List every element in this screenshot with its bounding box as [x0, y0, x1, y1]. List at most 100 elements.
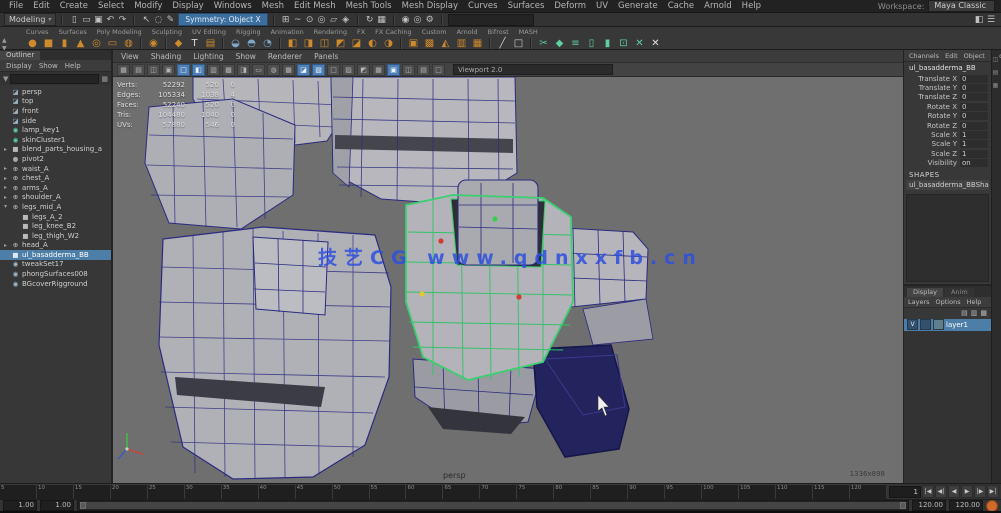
viewport-toolbar-icon[interactable]: ◨ [237, 64, 250, 76]
viewport-toolbar-icon[interactable]: ◍ [267, 64, 280, 76]
shelf-tool-icon[interactable]: ◩ [334, 37, 347, 50]
transport-button[interactable]: ▶ [961, 485, 973, 498]
layer-editor-tab[interactable]: Display [907, 288, 943, 297]
outliner-item[interactable]: ▸ ⊕ shoulder_A [0, 193, 111, 203]
outliner-item[interactable]: ◪ front [0, 106, 111, 116]
shelf-tool-icon[interactable]: □ [512, 37, 525, 50]
selected-object-name[interactable]: ul_basadderma_BB [904, 62, 991, 74]
snap-icon[interactable]: ◈ [340, 14, 352, 26]
viewport-toolbar-icon[interactable]: □ [327, 64, 340, 76]
shelf-tab[interactable]: Poly Modeling [97, 28, 142, 36]
status-file-icon[interactable]: ↶ [104, 14, 116, 26]
snap-icon[interactable]: ◎ [316, 14, 328, 26]
menu-item[interactable]: Edit Mesh [289, 1, 341, 11]
outliner-item[interactable]: ◪ side [0, 116, 111, 126]
shelf-tool-icon[interactable]: ◫ [318, 37, 331, 50]
channel-box-menu-item[interactable]: Edit [945, 52, 958, 60]
shelf-tool-icon[interactable]: ╱ [496, 37, 509, 50]
shelf-tool-icon[interactable]: ◎ [90, 37, 103, 50]
shelf-tab[interactable]: Custom [422, 28, 447, 36]
shelf-tab[interactable]: MASH [519, 28, 538, 36]
range-slider-fill[interactable] [80, 502, 906, 509]
shelf-tool-icon[interactable] [400, 38, 402, 49]
status-select-icon[interactable]: ◌ [152, 14, 164, 26]
menu-item[interactable]: Windows [209, 1, 257, 11]
expander-icon[interactable]: ▸ [4, 146, 11, 153]
menu-item[interactable]: Mesh Tools [341, 1, 397, 11]
shelf-tool-icon[interactable]: ◧ [286, 37, 299, 50]
viewport-menu-item[interactable]: Lighting [193, 52, 223, 61]
snap-icon[interactable]: ▱ [328, 14, 340, 26]
shelf-tool-icon[interactable]: ▣ [407, 37, 420, 50]
outliner-item[interactable]: ■ ul_basadderma_BB [0, 250, 111, 260]
new-layer-icon[interactable]: ▥ [971, 309, 978, 317]
menu-item[interactable]: Mesh Display [397, 1, 463, 11]
transport-button[interactable]: ◀ [948, 485, 960, 498]
shelf-tool-icon[interactable]: ● [26, 37, 39, 50]
outliner-item[interactable]: ◉ phongSurfaces008 [0, 269, 111, 279]
shelf-tool-icon[interactable]: T [188, 37, 201, 50]
frame-tick[interactable]: 75 [517, 484, 554, 499]
shelf-tab[interactable]: FX [357, 28, 365, 36]
viewport-menu-item[interactable]: Show [236, 52, 256, 61]
menu-item[interactable]: Create [55, 1, 93, 11]
shape-node-name[interactable]: ul_basadderma_BBShape [906, 180, 989, 190]
frame-tick[interactable]: 100 [702, 484, 739, 499]
menu-item[interactable]: UV [591, 1, 613, 11]
channel-box-menu-item[interactable]: Channels [909, 52, 939, 60]
shelf-tab[interactable]: Arnold [457, 28, 478, 36]
status-file-icon[interactable]: ↷ [116, 14, 128, 26]
outliner-item[interactable]: ▸ ⊕ waist_A [0, 164, 111, 174]
shelf-tab[interactable]: Rigging [236, 28, 261, 36]
new-layer-icon[interactable]: ▦ [980, 309, 987, 317]
render-icon[interactable]: ◉ [400, 14, 412, 26]
frame-tick[interactable]: 65 [443, 484, 480, 499]
frame-tick[interactable]: 105 [739, 484, 776, 499]
viewport-toolbar-icon[interactable]: ▧ [312, 64, 325, 76]
outliner-menu-item[interactable]: Show [39, 62, 58, 70]
menu-item[interactable]: Curves [463, 1, 503, 11]
channel-value-field[interactable]: 0 [960, 122, 988, 130]
viewport-toolbar-icon[interactable]: ▩ [222, 64, 235, 76]
channel-value-field[interactable]: 0 [960, 93, 988, 101]
ui-toggle-icon[interactable]: ☰ [985, 14, 997, 26]
viewport-toolbar-icon[interactable]: ▥ [207, 64, 220, 76]
layer-editor-tab[interactable]: Anim [945, 288, 974, 297]
outliner-item[interactable]: ▸ ⊕ arms_A [0, 183, 111, 193]
outliner-search-input[interactable] [10, 74, 99, 84]
viewport-toolbar-icon[interactable]: ▦ [372, 64, 385, 76]
viewport-menu-item[interactable]: Panels [314, 52, 338, 61]
shelf-tool-icon[interactable] [489, 38, 491, 49]
frame-tick[interactable]: 30 [185, 484, 222, 499]
shelf-tool-icon[interactable]: ◔ [261, 37, 274, 50]
transport-button[interactable]: ◀| [935, 485, 947, 498]
shelf-tool-icon[interactable]: ◭ [439, 37, 452, 50]
layer-menu-item[interactable]: Layers [908, 298, 930, 306]
shelf-tool-icon[interactable]: ✕ [633, 37, 646, 50]
layer-color-swatch[interactable] [933, 319, 944, 330]
shelf-tab[interactable]: UV Editing [192, 28, 226, 36]
frame-tick[interactable]: 95 [665, 484, 702, 499]
viewport-menu-item[interactable]: Shading [151, 52, 181, 61]
shelf-tool-icon[interactable] [140, 38, 142, 49]
ui-toggle-icon[interactable]: ◧ [973, 14, 985, 26]
viewport-toolbar-icon[interactable]: ▭ [252, 64, 265, 76]
shelf-tool-icon[interactable]: ◍ [122, 37, 135, 50]
viewport-toolbar-icon[interactable]: ◩ [357, 64, 370, 76]
frame-tick[interactable]: 90 [628, 484, 665, 499]
shelf-tool-icon[interactable]: ✕ [649, 37, 662, 50]
frame-tick[interactable]: 60 [406, 484, 443, 499]
layer-playback-toggle[interactable] [920, 319, 931, 330]
viewport-toolbar-icon[interactable]: ▦ [282, 64, 295, 76]
history-icon[interactable]: ↻ [364, 14, 376, 26]
render-icon[interactable]: ⚙ [424, 14, 436, 26]
shelf-tool-icon[interactable]: ▦ [471, 37, 484, 50]
outliner-menu-item[interactable]: Help [65, 62, 81, 70]
snap-icon[interactable]: ⊙ [304, 14, 316, 26]
menu-item[interactable]: File [4, 1, 28, 11]
outliner-item[interactable]: ▸ ■ blend_parts_housing_a [0, 145, 111, 155]
frame-tick[interactable]: 110 [776, 484, 813, 499]
shelf-tool-icon[interactable]: ▩ [423, 37, 436, 50]
transport-button[interactable]: |◀ [922, 485, 934, 498]
viewport-toolbar-icon[interactable]: ▨ [342, 64, 355, 76]
